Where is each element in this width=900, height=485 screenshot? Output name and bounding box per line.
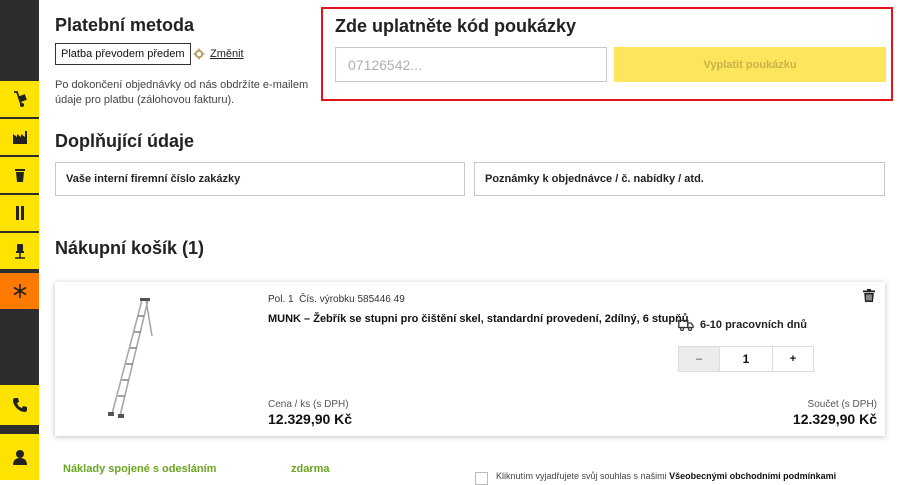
quantity-stepper: – 1 + — [678, 346, 814, 372]
snowflake-icon — [13, 284, 26, 298]
factory-icon — [12, 131, 27, 144]
item-position: Pol. 1 — [268, 294, 294, 305]
hand-truck-icon — [13, 91, 27, 107]
locker-icon — [15, 206, 24, 220]
internal-order-number-field[interactable]: Vaše interní firemní číslo zakázky — [55, 162, 465, 196]
total-price-value: 12.329,90 Kč — [792, 411, 877, 427]
unit-price-label: Cena / ks (s DPH) — [268, 399, 349, 410]
left-sidebar — [0, 0, 39, 480]
ladder-product-image[interactable] — [100, 296, 160, 420]
item-meta: Pol. 1 Čís. výrobku 585446 49 — [268, 294, 405, 305]
terms-consent: Kliknutím vyjadřujete svůj souhlas s naš… — [475, 471, 836, 485]
sidebar-item-office[interactable] — [0, 233, 39, 269]
shipping-cost-value: zdarma — [291, 463, 330, 475]
user-icon — [12, 450, 27, 465]
item-product-number: Čís. výrobku 585446 49 — [299, 294, 405, 305]
sidebar-item-industry[interactable] — [0, 119, 39, 155]
cart-item-card: Pol. 1 Čís. výrobku 585446 49 MUNK – Žeb… — [55, 282, 885, 436]
change-payment-link[interactable]: Změnit — [193, 48, 244, 60]
change-payment-label: Změnit — [210, 48, 244, 60]
quantity-increase-button[interactable]: + — [772, 346, 814, 372]
terms-checkbox[interactable] — [475, 472, 488, 485]
delivery-time: 6-10 pracovních dnů — [678, 319, 807, 331]
unit-price-value: 12.329,90 Kč — [268, 411, 353, 427]
sidebar-item-transport[interactable] — [0, 81, 39, 117]
shipping-cost-label: Náklady spojené s odesláním — [63, 463, 217, 475]
payment-description: Po dokončení objednávky od nás obdržíte … — [55, 79, 309, 106]
trash-icon — [863, 289, 875, 302]
redeem-voucher-button[interactable]: Vyplatit poukázku — [614, 47, 886, 82]
sidebar-item-waste[interactable] — [0, 157, 39, 193]
voucher-panel: Zde uplatněte kód poukázky Vyplatit pouk… — [321, 7, 893, 101]
quantity-value[interactable]: 1 — [720, 346, 772, 372]
sidebar-item-winter[interactable] — [0, 273, 39, 309]
remove-item-button[interactable] — [863, 289, 875, 307]
voucher-code-input[interactable] — [335, 47, 607, 82]
sidebar-item-storage[interactable] — [0, 195, 39, 231]
gear-icon — [193, 48, 205, 60]
additional-data-title: Doplňující údaje — [55, 131, 195, 151]
total-price-label: Součet (s DPH) — [807, 399, 877, 410]
sidebar-item-account[interactable] — [0, 434, 39, 480]
cart-title: Nákupní košík (1) — [55, 238, 205, 258]
voucher-title: Zde uplatněte kód poukázky — [335, 16, 577, 36]
payment-method-value: Platba převodem předem — [55, 43, 191, 65]
trash-bin-icon — [14, 169, 25, 182]
quantity-decrease-button[interactable]: – — [678, 346, 720, 372]
delivery-time-label: 6-10 pracovních dnů — [700, 319, 807, 331]
payment-method-title: Platební metoda — [55, 15, 195, 35]
sidebar-item-contact[interactable] — [0, 385, 39, 425]
order-notes-field[interactable]: Poznámky k objednávce / č. nabídky / atd… — [474, 162, 885, 196]
phone-icon — [12, 398, 27, 412]
office-chair-icon — [14, 244, 25, 259]
item-name-link[interactable]: MUNK – Žebřík se stupni pro čištění skel… — [268, 313, 689, 325]
delivery-truck-icon — [678, 319, 694, 331]
